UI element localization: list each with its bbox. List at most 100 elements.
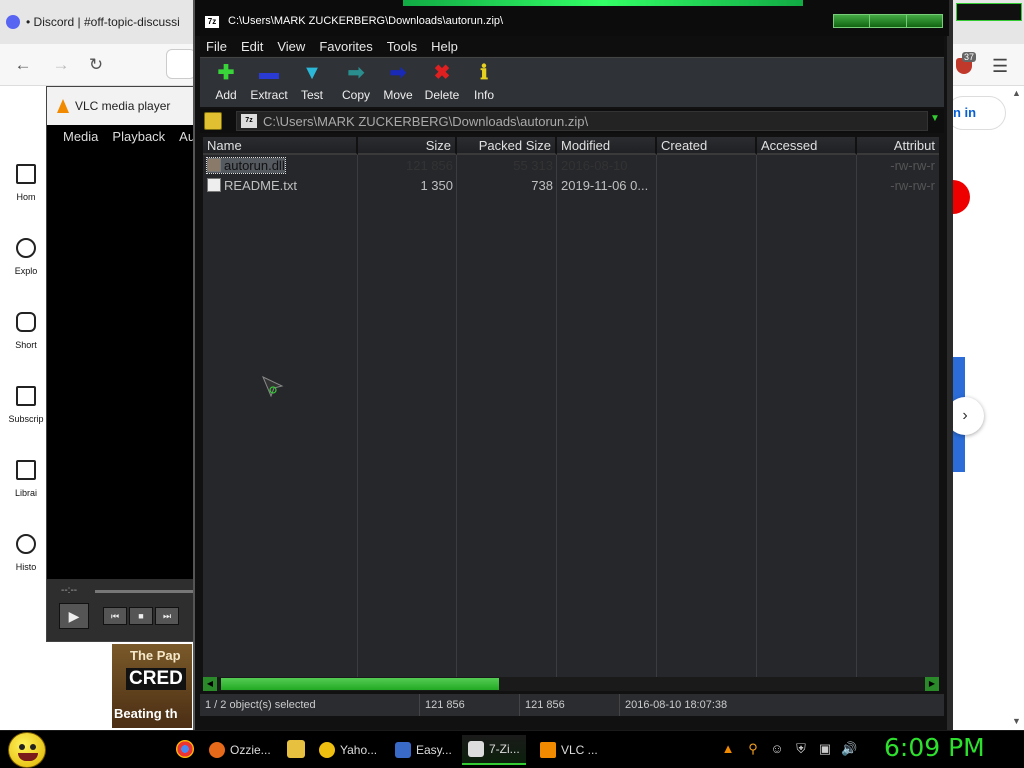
delete-button[interactable]: ✖ Delete	[420, 62, 464, 106]
col-header-name[interactable]: Name	[203, 137, 358, 155]
reload-icon[interactable]: ↻	[85, 54, 107, 76]
7zip-menu-bar: File Edit View Favorites Tools Help	[200, 36, 944, 56]
previous-icon[interactable]: ⏮	[103, 607, 127, 625]
scroll-down-arrow-icon[interactable]: ▼	[1012, 716, 1021, 726]
col-header-modified[interactable]: Modified	[557, 137, 657, 155]
chrome-icon[interactable]	[176, 740, 194, 758]
col-header-packed-size[interactable]: Packed Size	[457, 137, 557, 155]
extract-button[interactable]: ▬ Extract	[247, 62, 291, 106]
vlc-menu-bar: Media Playback Au	[47, 125, 193, 147]
file-packed-size: 55 313	[513, 158, 553, 173]
status-packed-size: 121 856	[520, 694, 620, 716]
vlc-menu-playback[interactable]: Playback	[112, 129, 165, 144]
maximize-icon[interactable]	[870, 15, 907, 27]
up-folder-icon[interactable]	[204, 112, 222, 130]
yt-sidebar-item-explore[interactable]: Explo	[0, 238, 52, 276]
window-controls[interactable]	[956, 3, 1022, 21]
vlc-menu-audio[interactable]: Au	[179, 129, 193, 144]
back-arrow-icon[interactable]: ←	[12, 54, 34, 76]
vlc-tray-icon[interactable]: ▲	[720, 741, 736, 757]
yt-sidebar-item-shorts[interactable]: Short	[0, 312, 52, 350]
copy-button[interactable]: ➡ Copy	[334, 62, 378, 106]
move-button[interactable]: ➡ Move	[376, 62, 420, 106]
taskbar-item-7zip[interactable]: 7-Zi...	[462, 735, 526, 765]
next-icon[interactable]: ⏭	[155, 607, 179, 625]
scroll-right-arrow-icon[interactable]: ▶	[925, 677, 939, 691]
add-button[interactable]: ✚ Add	[204, 62, 248, 106]
firefox-icon	[209, 742, 225, 758]
forward-arrow-icon[interactable]: →	[50, 54, 72, 76]
scroll-left-arrow-icon[interactable]: ◀	[203, 677, 217, 691]
search-icon[interactable]: ⚲	[745, 741, 761, 757]
toolbar-label: Test	[300, 88, 323, 102]
folder-icon[interactable]	[287, 740, 305, 758]
file-name-cell: autorun.dll	[203, 156, 358, 176]
yt-sidebar: Hom Explo Short Subscrip Librai Histo	[0, 86, 52, 606]
compass-icon	[16, 238, 36, 258]
volume-icon[interactable]: 🔊	[841, 741, 857, 757]
move-icon: ➡	[389, 62, 407, 84]
menu-edit[interactable]: Edit	[235, 39, 271, 54]
file-list[interactable]: Name Size Packed Size Modified Created A…	[203, 137, 939, 677]
col-divider	[456, 155, 457, 677]
network-icon[interactable]: ▣	[817, 741, 833, 757]
file-created	[657, 176, 757, 196]
yt-video-thumbnail[interactable]: The Pap CRED Beating th	[112, 644, 192, 728]
test-button[interactable]: ▼ Test	[290, 62, 334, 106]
clock[interactable]: 6:09 PM	[884, 733, 985, 762]
vlc-seek-bar[interactable]	[95, 590, 193, 593]
toolbar-label: Move	[383, 88, 413, 102]
vlc-window[interactable]: VLC media player Media Playback Au --:--…	[46, 86, 194, 642]
security-tray-icon[interactable]: ⛨	[793, 741, 809, 757]
menu-help[interactable]: Help	[425, 39, 466, 54]
file-attributes: -rw-rw-r	[890, 158, 935, 173]
info-button[interactable]: ℹ Info	[462, 62, 506, 106]
col-header-attributes[interactable]: Attribut	[857, 137, 939, 155]
col-header-created[interactable]: Created	[657, 137, 757, 155]
vlc-menu-media[interactable]: Media	[63, 129, 98, 144]
yt-sidebar-label: Short	[15, 340, 37, 350]
play-icon[interactable]: ▶	[59, 603, 89, 629]
url-bar[interactable]	[166, 49, 196, 79]
7zip-title-bar[interactable]: 7z C:\Users\MARK ZUCKERBERG\Downloads\au…	[195, 0, 949, 36]
minimize-icon[interactable]	[834, 15, 871, 27]
col-divider	[656, 155, 657, 677]
taskbar-item-easy[interactable]: Easy...	[389, 735, 458, 765]
taskbar-item-firefox[interactable]: Ozzie...	[203, 735, 277, 765]
address-field[interactable]: 7z C:\Users\MARK ZUCKERBERG\Downloads\au…	[236, 111, 928, 131]
messenger-tray-icon[interactable]: ☺	[769, 741, 785, 757]
taskbar-item-vlc[interactable]: VLC ...	[534, 735, 604, 765]
start-smiley-icon[interactable]	[8, 732, 46, 768]
yt-sidebar-item-library[interactable]: Librai	[0, 460, 52, 498]
menu-favorites[interactable]: Favorites	[313, 39, 380, 54]
yt-sidebar-item-home[interactable]: Hom	[0, 164, 52, 202]
dropdown-arrow-icon[interactable]: ▼	[930, 113, 940, 124]
file-size: 121 856	[406, 158, 453, 173]
col-header-accessed[interactable]: Accessed	[757, 137, 857, 155]
table-row[interactable]: README.txt 1 350 738 2019-11-06 0... -rw…	[203, 176, 939, 196]
taskbar-item-yahoo[interactable]: Yaho...	[313, 735, 383, 765]
menu-tools[interactable]: Tools	[381, 39, 425, 54]
scroll-up-arrow-icon[interactable]: ▲	[1012, 88, 1021, 98]
horizontal-scrollbar[interactable]: ◀ ▶	[203, 677, 939, 691]
col-header-size[interactable]: Size	[358, 137, 457, 155]
scroll-thumb[interactable]	[221, 678, 499, 690]
browser-tab[interactable]: • Discord | #off-topic-discussi	[6, 8, 196, 36]
menu-file[interactable]: File	[200, 39, 235, 54]
extension-button[interactable]: 37	[952, 52, 977, 76]
vlc-title-bar[interactable]: VLC media player	[47, 87, 193, 125]
yt-signin-button[interactable]: n in	[946, 96, 1006, 130]
close-icon[interactable]	[906, 15, 942, 27]
copy-icon: ➡	[347, 62, 365, 84]
hamburger-menu-icon[interactable]: ☰	[992, 56, 1008, 77]
toolbar-label: Delete	[424, 88, 460, 102]
file-name-cell: README.txt	[203, 176, 358, 196]
7zip-window[interactable]: 7z C:\Users\MARK ZUCKERBERG\Downloads\au…	[193, 0, 953, 730]
file-created	[657, 156, 757, 176]
yt-sidebar-item-subscriptions[interactable]: Subscrip	[0, 386, 52, 424]
stop-icon[interactable]: ■	[129, 607, 153, 625]
menu-view[interactable]: View	[271, 39, 313, 54]
dll-file-icon	[207, 158, 221, 172]
table-row[interactable]: autorun.dll 121 856 55 313 2016-08-10 -r…	[203, 156, 939, 176]
yt-sidebar-item-history[interactable]: Histo	[0, 534, 52, 572]
